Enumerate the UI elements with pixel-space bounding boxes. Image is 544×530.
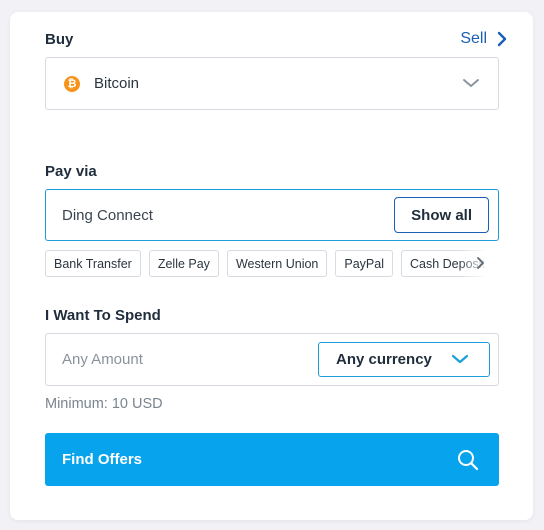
payment-method-chips: Bank Transfer Zelle Pay Western Union Pa…: [45, 250, 499, 277]
offer-search-card: Buy Sell ₿ Bitcoin Pay via Ding Connect …: [10, 12, 533, 520]
payment-method-value: Ding Connect: [62, 206, 153, 224]
search-icon: [458, 450, 479, 471]
chevron-down-icon: [451, 354, 469, 364]
payment-chip[interactable]: Zelle Pay: [148, 250, 219, 277]
spend-amount-field: Any currency: [45, 333, 499, 386]
payment-chip[interactable]: Bank Transfer: [45, 250, 141, 277]
find-offers-button[interactable]: Find Offers: [45, 433, 499, 486]
chevron-down-icon: [463, 79, 479, 87]
chevron-right-icon: [497, 31, 507, 47]
chevron-right-icon[interactable]: [476, 256, 485, 270]
payment-chip[interactable]: PayPal: [335, 250, 393, 277]
show-all-button[interactable]: Show all: [394, 197, 489, 233]
asset-select-value: Bitcoin: [94, 75, 140, 92]
payment-chip[interactable]: Western Union: [226, 250, 328, 277]
sell-link-label: Sell: [460, 30, 487, 47]
asset-select[interactable]: ₿ Bitcoin: [45, 57, 499, 110]
sell-link[interactable]: Sell: [460, 30, 507, 48]
find-offers-label: Find Offers: [62, 451, 143, 468]
buy-label: Buy: [45, 31, 74, 48]
bitcoin-icon: ₿: [64, 75, 80, 92]
minimum-amount-text: Minimum: 10 USD: [45, 396, 163, 412]
amount-input[interactable]: [46, 334, 306, 385]
currency-select[interactable]: Any currency: [318, 342, 490, 377]
payment-method-field[interactable]: Ding Connect Show all: [45, 189, 499, 241]
currency-select-value: Any currency: [336, 351, 432, 368]
spend-label: I Want To Spend: [45, 307, 161, 324]
pay-via-label: Pay via: [45, 163, 97, 180]
